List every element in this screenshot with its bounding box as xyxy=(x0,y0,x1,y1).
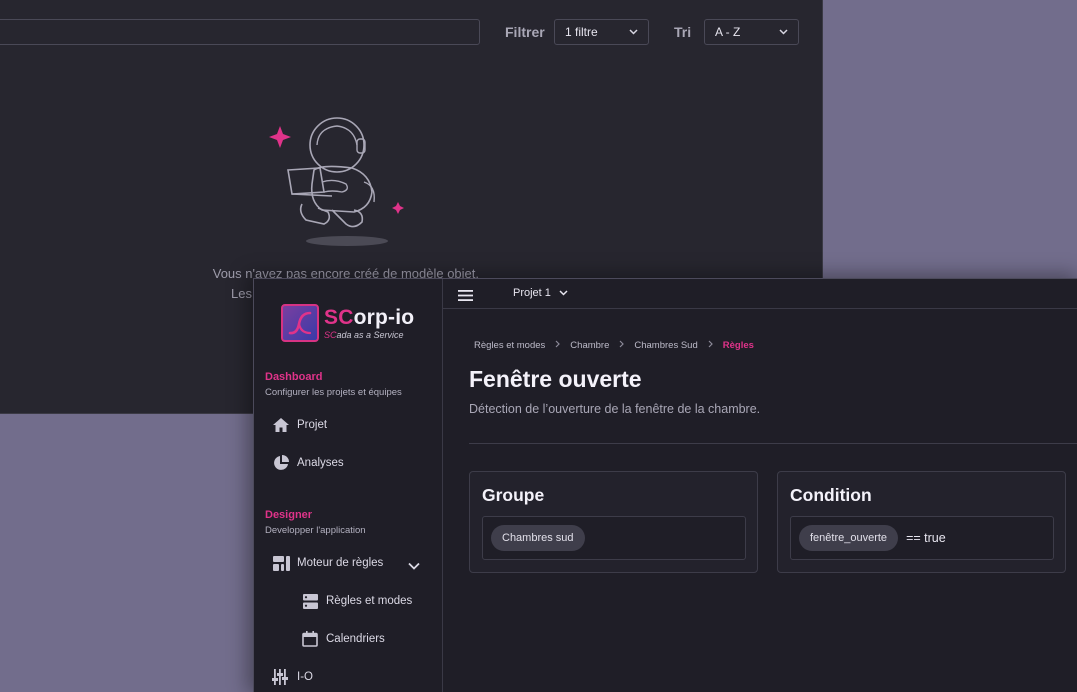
server-icon xyxy=(301,592,319,610)
chevron-down-icon[interactable] xyxy=(408,557,420,575)
sidebar-item-analyses[interactable]: Analyses xyxy=(272,451,344,475)
dashboard-section-title: Dashboard xyxy=(265,371,323,383)
sidebar-item-io[interactable]: I-O xyxy=(272,665,313,689)
groupe-card: Groupe Chambres sud xyxy=(469,471,758,573)
card-title: Groupe xyxy=(482,485,545,505)
project-name: Projet 1 xyxy=(513,287,551,299)
sidebar-item-moteur-de-regles[interactable]: Moteur de règles xyxy=(272,551,383,575)
dashboard-section-subtitle: Configurer les projets et équipes xyxy=(265,387,402,398)
sidebar-item-label: Règles et modes xyxy=(326,595,413,607)
filter-label: Filtrer xyxy=(505,24,545,40)
sidebar-item-label: Analyses xyxy=(297,457,344,469)
chevron-down-icon xyxy=(779,26,788,38)
sidebar-item-label: Moteur de règles xyxy=(297,557,384,569)
card-title: Condition xyxy=(790,485,872,505)
sort-value: A - Z xyxy=(715,25,741,39)
rules-engine-icon xyxy=(272,554,290,572)
breadcrumb-item[interactable]: Règles et modes xyxy=(474,340,545,351)
sidebar-item-projet[interactable]: Projet xyxy=(272,413,327,437)
condition-field[interactable]: fenêtre_ouverte == true xyxy=(790,516,1054,560)
condition-variable-chip[interactable]: fenêtre_ouverte xyxy=(799,525,899,551)
condition-expression: == true xyxy=(906,531,946,545)
pie-chart-icon xyxy=(272,454,290,472)
groupe-field[interactable]: Chambres sud xyxy=(482,516,746,560)
breadcrumb-item[interactable]: Chambre xyxy=(570,340,609,351)
hamburger-menu-icon[interactable] xyxy=(458,288,473,306)
page-title: Fenêtre ouverte xyxy=(469,366,642,392)
chevron-down-icon xyxy=(559,287,568,299)
sidebar: SCorp-io SCada as a Service Dashboard Co… xyxy=(254,279,443,692)
breadcrumb-item[interactable]: Chambres Sud xyxy=(634,340,697,351)
designer-section-subtitle: Developper l'application xyxy=(265,525,366,536)
condition-card: Condition fenêtre_ouverte == true xyxy=(777,471,1066,573)
breadcrumb: Règles et modes Chambre Chambres Sud Règ… xyxy=(474,340,754,351)
chevron-right-icon xyxy=(619,340,625,351)
empty-state-message-2: Les xyxy=(231,286,252,301)
logo[interactable]: SCorp-io SCada as a Service xyxy=(281,304,414,342)
brand-tagline: SCada as a Service xyxy=(324,329,404,340)
sidebar-item-label: Calendriers xyxy=(326,633,385,645)
sidebar-item-label: I-O xyxy=(297,671,313,683)
search-input[interactable] xyxy=(0,19,480,45)
logo-mark-icon xyxy=(281,304,319,342)
breadcrumb-current: Règles xyxy=(722,340,754,351)
project-select[interactable]: Projet 1 xyxy=(513,287,568,299)
chevron-right-icon xyxy=(708,340,713,351)
chevron-down-icon xyxy=(629,26,638,38)
astronaut-illustration xyxy=(269,117,404,246)
sidebar-item-label: Projet xyxy=(297,419,328,431)
sidebar-item-regles-et-modes[interactable]: Règles et modes xyxy=(301,589,412,613)
designer-section-title: Designer xyxy=(265,509,313,521)
calendar-icon xyxy=(301,630,319,648)
groupe-chip[interactable]: Chambres sud xyxy=(491,525,585,551)
page-description: Détection de l’ouverture de la fenêtre d… xyxy=(469,402,761,416)
divider xyxy=(469,443,1077,444)
filter-select[interactable]: 1 filtre xyxy=(554,19,649,45)
filter-value: 1 filtre xyxy=(565,25,598,39)
home-icon xyxy=(272,416,290,434)
top-bar: Projet 1 xyxy=(443,279,1077,309)
sort-select[interactable]: A - Z xyxy=(704,19,799,45)
io-sliders-icon xyxy=(272,668,290,686)
brand-name: SCorp-io xyxy=(324,305,415,329)
chevron-right-icon xyxy=(555,340,561,351)
sort-label: Tri xyxy=(674,24,692,40)
sidebar-item-calendriers[interactable]: Calendriers xyxy=(301,627,385,651)
app-window: SCorp-io SCada as a Service Dashboard Co… xyxy=(253,278,1077,692)
